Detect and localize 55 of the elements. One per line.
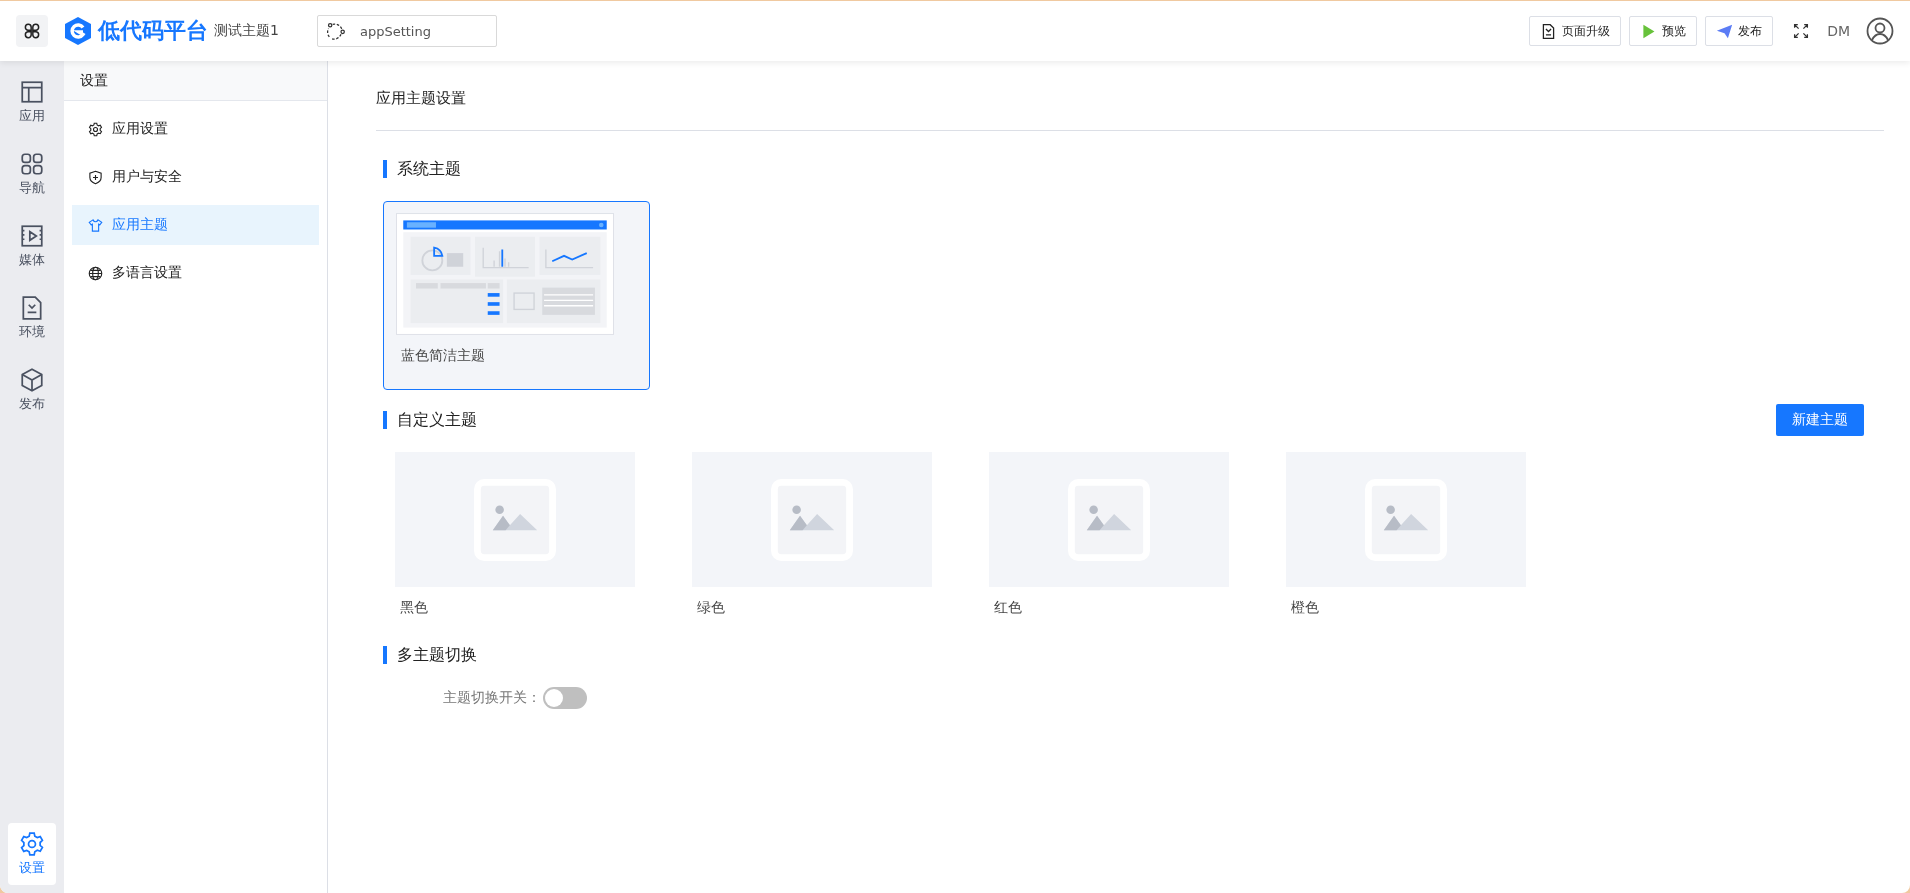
rail-item[interactable]: 导航 [8,143,56,205]
publish-button[interactable]: 发布 [1705,16,1774,46]
layout-icon [19,79,45,105]
sidebar-title: 设置 [64,61,327,101]
fullscreen-icon[interactable] [1793,23,1810,39]
new-theme-button[interactable]: 新建主题 [1776,404,1864,436]
theme-name: 黑色 [399,599,429,617]
section-heading: 自定义主题 [383,411,477,429]
page-title: 应用主题设置 [376,61,1884,131]
sidebar-item[interactable]: 多语言设置 [72,253,319,293]
switch-label: 主题切换开关： [443,689,541,707]
theme-card[interactable]: 蓝色简洁主题 [383,201,650,390]
download-file-icon [19,295,45,321]
rail-item[interactable]: 环境 [8,287,56,349]
image-placeholder[interactable] [692,452,932,587]
grid-icon [19,151,45,177]
theme-name: 绿色 [696,599,726,617]
app-name: 低代码平台 [98,17,208,45]
theme-switch[interactable] [543,687,587,709]
section-heading: 系统主题 [383,160,461,178]
sidebar-item[interactable]: 应用设置 [72,109,319,149]
flow-icon [325,21,346,41]
user-initials[interactable]: DM [1827,23,1850,39]
image-placeholder[interactable] [395,452,635,587]
logo-icon [64,16,92,46]
settings-icon [88,121,103,137]
image-icon [474,478,556,561]
cube-icon [19,367,45,393]
rail-item[interactable]: 设置 [8,823,56,885]
sidebar-item[interactable]: 用户与安全 [72,157,319,197]
shield-plus-icon [88,169,103,185]
section-heading: 多主题切换 [383,646,477,664]
theme-name: 红色 [993,599,1023,617]
settings-icon [19,831,45,857]
globe-icon [88,265,103,281]
paper-plane-icon [1716,22,1734,40]
image-placeholder[interactable] [989,452,1229,587]
rail-item[interactable]: 发布 [8,359,56,421]
sidebar-item[interactable]: 应用主题 [72,205,319,245]
rail-item[interactable]: 媒体 [8,215,56,277]
apps-menu-button[interactable] [16,15,48,47]
theme-name: 橙色 [1290,599,1320,617]
upgrade-button[interactable]: 页面升级 [1529,16,1622,46]
preview-button[interactable]: 预览 [1629,16,1698,46]
tshirt-icon [88,217,103,233]
theme-name: 蓝色简洁主题 [400,347,486,365]
rail-item[interactable]: 应用 [8,71,56,133]
image-icon [1365,478,1447,561]
avatar-icon[interactable] [1866,17,1894,45]
image-icon [771,478,853,561]
image-placeholder[interactable] [1286,452,1526,587]
page-selector[interactable]: appSetting [316,15,497,47]
project-name: 测试主题1 [214,22,279,40]
image-icon [1068,478,1150,561]
film-play-icon [19,223,45,249]
